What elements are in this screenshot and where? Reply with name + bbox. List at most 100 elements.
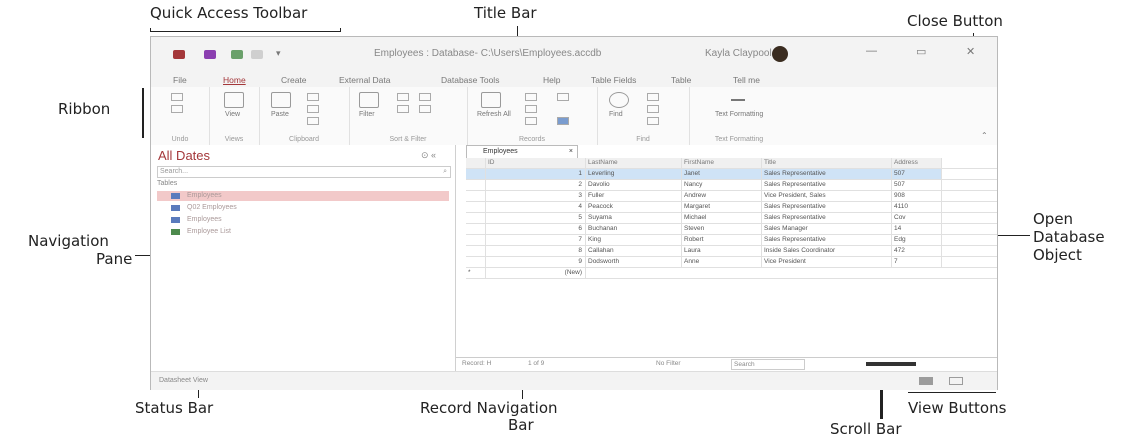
row-selector[interactable] <box>466 246 486 256</box>
record-search-input[interactable]: Search <box>731 359 805 370</box>
nav-section-tables[interactable]: Tables <box>157 180 177 187</box>
table-cell[interactable]: Peacock <box>586 202 682 212</box>
horizontal-scrollbar[interactable] <box>866 362 916 366</box>
collapse-ribbon-icon[interactable]: ⌃ <box>981 131 988 140</box>
no-filter-button[interactable]: No Filter <box>656 358 681 370</box>
select-icon[interactable] <box>647 117 659 125</box>
table-row[interactable]: 6 Buchanan Steven Sales Manager 14 <box>466 224 997 235</box>
save-record-icon[interactable] <box>525 105 537 113</box>
table-cell[interactable]: Sales Representative <box>762 213 892 223</box>
table-cell[interactable]: 1 <box>486 169 586 179</box>
nav-item-employees[interactable]: Employees <box>157 191 449 201</box>
tab-database-tools[interactable]: Database Tools <box>441 75 499 85</box>
row-selector[interactable] <box>466 169 486 179</box>
tab-help[interactable]: Help <box>543 75 560 85</box>
table-row[interactable]: 2 Davolio Nancy Sales Representative 507 <box>466 180 997 191</box>
table-cell[interactable]: Fuller <box>586 191 682 201</box>
advanced-icon[interactable] <box>419 105 431 113</box>
table-cell[interactable]: 3 <box>486 191 586 201</box>
nav-item-q02-employees[interactable]: Q02 Employees <box>157 203 449 213</box>
table-cell[interactable]: King <box>586 235 682 245</box>
table-cell[interactable]: 507 <box>892 180 942 190</box>
tab-file[interactable]: File <box>173 75 187 85</box>
row-selector[interactable] <box>466 224 486 234</box>
user-name[interactable]: Kayla Claypool <box>705 48 772 59</box>
table-cell[interactable]: 4 <box>486 202 586 212</box>
table-cell[interactable]: 9 <box>486 257 586 267</box>
table-cell[interactable]: 472 <box>892 246 942 256</box>
table-cell[interactable]: Cov <box>892 213 942 223</box>
table-cell[interactable]: Janet <box>682 169 762 179</box>
table-cell[interactable]: Vice President <box>762 257 892 267</box>
table-cell[interactable]: Callahan <box>586 246 682 256</box>
table-cell[interactable]: Nancy <box>682 180 762 190</box>
row-selector[interactable] <box>466 202 486 212</box>
table-row[interactable]: 1 Leverling Janet Sales Representative 507 <box>466 169 997 180</box>
datasheet-view-button[interactable] <box>919 377 933 385</box>
column-header[interactable]: FirstName <box>682 158 762 168</box>
minimize-button[interactable]: — <box>866 45 877 57</box>
new-record-cell[interactable]: (New) <box>486 268 586 278</box>
nav-item-employee-list[interactable]: Employee List <box>157 227 449 237</box>
table-cell[interactable]: Leverling <box>586 169 682 179</box>
table-cell[interactable]: Michael <box>682 213 762 223</box>
cut-icon[interactable] <box>307 93 319 101</box>
find-button[interactable]: Find <box>609 111 623 118</box>
new-record-icon[interactable] <box>525 93 537 101</box>
table-cell[interactable]: Buchanan <box>586 224 682 234</box>
header-row[interactable]: ID LastName FirstName Title Address <box>466 158 997 169</box>
table-cell[interactable]: Sales Representative <box>762 180 892 190</box>
table-cell[interactable]: Vice President, Sales <box>762 191 892 201</box>
table-cell[interactable]: Suyama <box>586 213 682 223</box>
table-cell[interactable]: Davolio <box>586 180 682 190</box>
restore-button[interactable]: ▭ <box>916 45 926 58</box>
table-row[interactable]: 4 Peacock Margaret Sales Representative 4110 <box>466 202 997 213</box>
sort-ascending-icon[interactable] <box>397 93 409 101</box>
column-header[interactable]: Address <box>892 158 942 168</box>
row-selector[interactable] <box>466 235 486 245</box>
copy-icon[interactable] <box>307 105 319 113</box>
table-row[interactable]: 7 King Robert Sales Representative Edg <box>466 235 997 246</box>
column-header[interactable]: Title <box>762 158 892 168</box>
table-cell[interactable]: Dodsworth <box>586 257 682 267</box>
table-cell[interactable]: Margaret <box>682 202 762 212</box>
close-button[interactable]: ✕ <box>966 45 975 58</box>
delete-record-icon[interactable] <box>525 117 537 125</box>
table-cell[interactable]: Inside Sales Coordinator <box>762 246 892 256</box>
nav-item-employees-form[interactable]: Employees <box>157 215 449 225</box>
table-cell[interactable]: 7 <box>892 257 942 267</box>
table-row[interactable]: 9 Dodsworth Anne Vice President 7 <box>466 257 997 268</box>
nav-pane-title[interactable]: All Dates <box>158 148 210 163</box>
filter-button[interactable]: Filter <box>359 111 375 118</box>
design-view-button[interactable] <box>949 377 963 385</box>
tab-table[interactable]: Table <box>671 75 691 85</box>
table-row[interactable]: 5 Suyama Michael Sales Representative Cov <box>466 213 997 224</box>
table-cell[interactable]: Andrew <box>682 191 762 201</box>
row-selector[interactable] <box>466 191 486 201</box>
paste-icon[interactable] <box>271 92 291 108</box>
redo-icon[interactable] <box>251 50 263 59</box>
table-cell[interactable]: 6 <box>486 224 586 234</box>
avatar[interactable] <box>772 46 788 62</box>
text-formatting-button[interactable]: Text Formatting <box>715 111 763 118</box>
replace-icon[interactable] <box>647 93 659 101</box>
table-cell[interactable]: 14 <box>892 224 942 234</box>
undo-icon[interactable] <box>171 93 183 101</box>
new-record-row[interactable]: * (New) <box>466 268 997 279</box>
undo-icon[interactable] <box>231 50 243 59</box>
table-cell[interactable]: Laura <box>682 246 762 256</box>
table-cell[interactable]: Edg <box>892 235 942 245</box>
table-cell[interactable]: 8 <box>486 246 586 256</box>
table-cell[interactable]: Steven <box>682 224 762 234</box>
table-row[interactable]: 8 Callahan Laura Inside Sales Coordinator 47… <box>466 246 997 257</box>
view-button[interactable]: View <box>225 111 240 118</box>
nav-search-input[interactable]: Search... ⌕ <box>157 166 451 178</box>
refresh-icon[interactable] <box>481 92 501 108</box>
view-icon[interactable] <box>224 92 244 108</box>
totals-icon[interactable] <box>557 93 569 101</box>
tab-external-data[interactable]: External Data <box>339 75 391 85</box>
table-cell[interactable]: Sales Representative <box>762 169 892 179</box>
refresh-button[interactable]: Refresh All <box>477 111 511 118</box>
save-icon[interactable] <box>204 50 216 59</box>
table-cell[interactable]: 507 <box>892 169 942 179</box>
